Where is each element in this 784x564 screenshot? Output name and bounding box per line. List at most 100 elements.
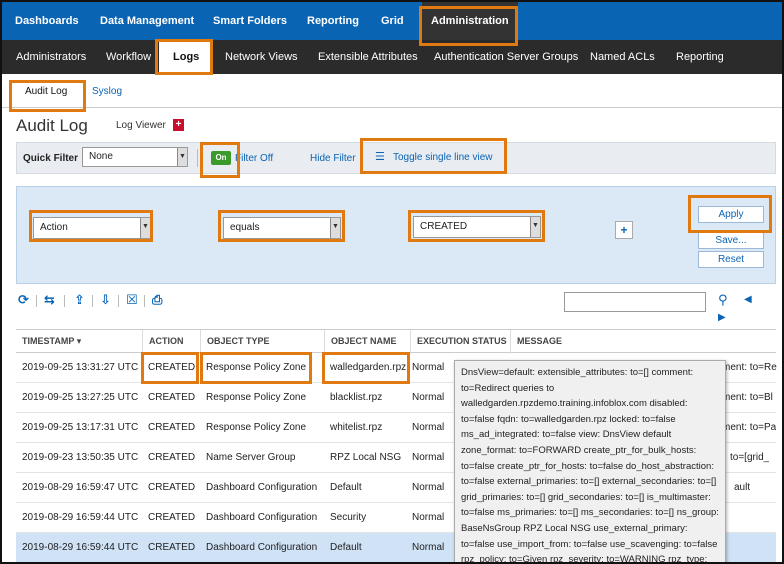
search-input[interactable] [564, 292, 706, 312]
cell-status: Normal [412, 482, 445, 493]
filter-toggle[interactable]: On [211, 151, 231, 165]
previous-page-icon[interactable]: ◀ [744, 294, 752, 305]
column-header-execution-status[interactable]: EXECUTION STATUS [410, 330, 510, 354]
search-icon[interactable]: ⚲ [718, 292, 728, 308]
cell-object-name: RPZ Local NSG [330, 452, 402, 463]
cell-timestamp: 2019-09-25 13:17:31 UTC [22, 422, 139, 433]
reset-button[interactable]: Reset [698, 251, 764, 268]
app-frame: Dashboards Data Management Smart Folders… [0, 0, 784, 564]
cell-status: Normal [412, 512, 445, 523]
filter-operator-value: equals [230, 222, 260, 233]
cell-timestamp: 2019-08-29 16:59:44 UTC [22, 542, 139, 553]
nav-data-management[interactable]: Data Management [100, 2, 194, 40]
nav-dashboards[interactable]: Dashboards [15, 2, 79, 40]
cell-object-name: walledgarden.rpz [330, 362, 407, 373]
download-icon[interactable]: ⇩ [100, 292, 111, 308]
nav-grid[interactable]: Grid [381, 2, 404, 40]
table-header: TIMESTAMP ▾ ACTION OBJECT TYPE OBJECT NA… [16, 329, 776, 354]
filter-value-select[interactable]: CREATED ▼ [413, 216, 541, 238]
subnav-reporting[interactable]: Reporting [676, 40, 724, 74]
divider [118, 295, 119, 307]
cell-action: CREATED [148, 392, 196, 403]
subnav-network-views[interactable]: Network Views [225, 40, 298, 74]
column-header-object-name[interactable]: OBJECT NAME [324, 330, 410, 354]
next-page-icon[interactable]: ▶ [718, 312, 726, 323]
filter-field-value: Action [40, 222, 68, 233]
cell-status: Normal [412, 392, 445, 403]
filter-off-link[interactable]: Filter Off [235, 153, 273, 164]
cell-message [728, 533, 734, 562]
filter-field-select[interactable]: Action ▼ [33, 217, 151, 239]
subnav-logs[interactable]: Logs [159, 40, 214, 74]
cell-message [728, 503, 734, 533]
column-header-message[interactable]: MESSAGE [510, 330, 776, 354]
cell-object-name: Default [330, 482, 362, 493]
hide-filter-link[interactable]: Hide Filter [310, 153, 356, 164]
cell-action: CREATED [148, 482, 196, 493]
tab-audit-log[interactable]: Audit Log [25, 86, 67, 97]
add-filter-button[interactable]: + [615, 221, 633, 239]
export-icon[interactable]: ⇪ [74, 292, 85, 308]
nav-administration[interactable]: Administration [422, 2, 518, 40]
nav-smart-folders[interactable]: Smart Folders [213, 2, 287, 40]
subnav-authentication-server-groups[interactable]: Authentication Server Groups [434, 40, 578, 74]
column-header-action[interactable]: ACTION [142, 330, 200, 354]
tab-syslog[interactable]: Syslog [92, 86, 122, 97]
divider [36, 295, 37, 307]
cell-timestamp: 2019-09-25 13:31:27 UTC [22, 362, 139, 373]
cell-object-type: Response Policy Zone [206, 362, 307, 373]
cell-timestamp: 2019-09-23 13:50:35 UTC [22, 452, 139, 463]
save-button[interactable]: Save... [698, 232, 764, 249]
toggle-single-line-button[interactable]: ☰ Toggle single line view [375, 150, 493, 163]
cell-object-type: Response Policy Zone [206, 422, 307, 433]
quick-filter-select[interactable]: None ▼ [82, 147, 188, 167]
apply-button[interactable]: Apply [698, 206, 764, 223]
swap-icon[interactable]: ⇆ [44, 292, 55, 308]
cell-object-name: Default [330, 542, 362, 553]
cell-object-type: Response Policy Zone [206, 392, 307, 403]
print-icon[interactable]: ⎙ [152, 292, 162, 308]
subnav-extensible-attributes[interactable]: Extensible Attributes [318, 40, 418, 74]
delete-icon[interactable]: ☒ [126, 292, 138, 308]
filter-operator-select[interactable]: equals ▼ [223, 217, 341, 239]
column-header-label: TIMESTAMP [22, 336, 75, 346]
chevron-down-icon: ▼ [330, 218, 340, 238]
refresh-icon[interactable]: ⟳ [18, 292, 29, 308]
cell-timestamp: 2019-08-29 16:59:44 UTC [22, 512, 139, 523]
divider [144, 295, 145, 307]
cell-timestamp: 2019-08-29 16:59:47 UTC [22, 482, 139, 493]
quick-filter-value: None [89, 151, 113, 162]
cell-status: Normal [412, 542, 445, 553]
chevron-down-icon: ▼ [140, 218, 150, 238]
log-tabs: Audit Log Syslog [2, 74, 782, 108]
message-tooltip: DnsView=default: extensible_attributes: … [454, 360, 726, 562]
divider [197, 149, 198, 167]
page-title: Audit Log [16, 116, 88, 135]
subnav-workflow[interactable]: Workflow [106, 40, 151, 74]
chevron-down-icon: ▼ [530, 217, 540, 237]
column-header-object-type[interactable]: OBJECT TYPE [200, 330, 324, 354]
list-icon: ☰ [375, 151, 385, 163]
cell-status: Normal [412, 362, 445, 373]
log-viewer-link[interactable]: Log Viewer [116, 120, 166, 131]
sort-down-icon: ▾ [76, 336, 82, 346]
cell-action: CREATED [148, 512, 196, 523]
column-header-timestamp[interactable]: TIMESTAMP ▾ [16, 330, 142, 354]
secondary-navigation: Administrators Workflow Logs Network Vie… [2, 40, 782, 74]
cell-object-type: Dashboard Configuration [206, 482, 318, 493]
toggle-single-line-label: Toggle single line view [393, 152, 493, 163]
subnav-administrators[interactable]: Administrators [16, 40, 86, 74]
cell-message: ault [734, 482, 751, 493]
top-navigation: Dashboards Data Management Smart Folders… [2, 2, 782, 40]
cell-object-type: Dashboard Configuration [206, 512, 318, 523]
quick-filter-label: Quick Filter [23, 153, 79, 164]
nav-reporting[interactable]: Reporting [307, 2, 359, 40]
bookmark-icon[interactable]: + [173, 119, 184, 131]
cell-action: CREATED [148, 422, 196, 433]
cell-object-type: Name Server Group [206, 452, 296, 463]
subnav-named-acls[interactable]: Named ACLs [590, 40, 655, 74]
quick-filter-bar: Quick Filter None ▼ On Filter Off Hide F… [16, 142, 776, 174]
cell-action: CREATED [148, 542, 196, 553]
cell-object-name: Security [330, 512, 367, 523]
filter-panel: Action ▼ equals ▼ CREATED ▼ + Apply Save… [16, 186, 776, 284]
